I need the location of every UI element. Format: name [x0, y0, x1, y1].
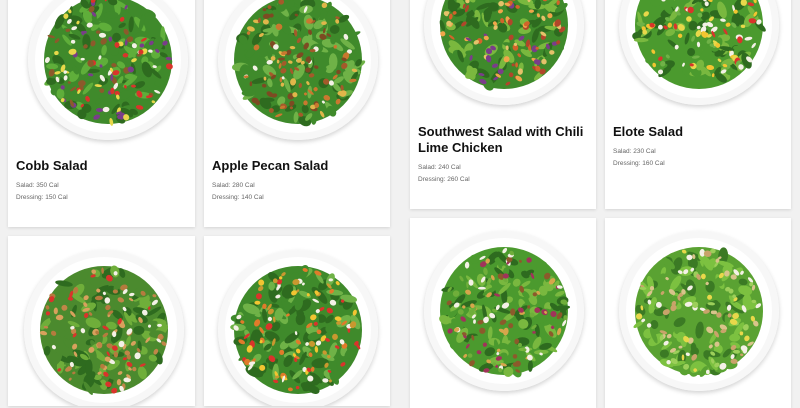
nutrition-info: Salad: 240 Cal Dressing: 260 Cal: [418, 162, 470, 185]
menu-card-chopped-salad[interactable]: [204, 236, 390, 406]
menu-card-greek-salad[interactable]: [410, 218, 596, 408]
item-name: Apple Pecan Salad: [212, 158, 384, 174]
menu-card-chicken-caesar-salad[interactable]: [605, 218, 791, 408]
menu-card-southwest-salad[interactable]: Southwest Salad with Chili Lime Chicken …: [410, 0, 596, 209]
menu-card-cobb-salad[interactable]: Cobb Salad Salad: 350 Cal Dressing: 150 …: [8, 0, 195, 227]
salad-calories: Salad: 240 Cal: [418, 162, 470, 174]
salad-calories: Salad: 350 Cal: [16, 180, 68, 192]
salad-image: [28, 0, 188, 140]
salad-image: [424, 0, 584, 105]
menu-card-apple-pecan-salad[interactable]: Apple Pecan Salad Salad: 280 Cal Dressin…: [204, 0, 390, 227]
salad-calories: Salad: 230 Cal: [613, 146, 665, 158]
nutrition-info: Salad: 280 Cal Dressing: 140 Cal: [212, 180, 264, 203]
item-name: Cobb Salad: [16, 158, 188, 174]
salad-image: [218, 0, 378, 140]
salad-image: [24, 250, 184, 406]
dressing-calories: Dressing: 140 Cal: [212, 192, 264, 204]
menu-card-elote-salad[interactable]: Elote Salad Salad: 230 Cal Dressing: 160…: [605, 0, 791, 209]
salad-image: [619, 231, 779, 391]
menu-card-pasta-salad[interactable]: [8, 236, 195, 406]
dressing-calories: Dressing: 160 Cal: [613, 158, 665, 170]
salad-calories: Salad: 280 Cal: [212, 180, 264, 192]
item-name: Southwest Salad with Chili Lime Chicken: [418, 124, 590, 156]
item-name: Elote Salad: [613, 124, 785, 140]
dressing-calories: Dressing: 150 Cal: [16, 192, 68, 204]
dressing-calories: Dressing: 260 Cal: [418, 174, 470, 186]
salad-image: [424, 231, 584, 391]
salad-image: [619, 0, 779, 105]
salad-image: [218, 250, 378, 406]
nutrition-info: Salad: 350 Cal Dressing: 150 Cal: [16, 180, 68, 203]
nutrition-info: Salad: 230 Cal Dressing: 160 Cal: [613, 146, 665, 169]
